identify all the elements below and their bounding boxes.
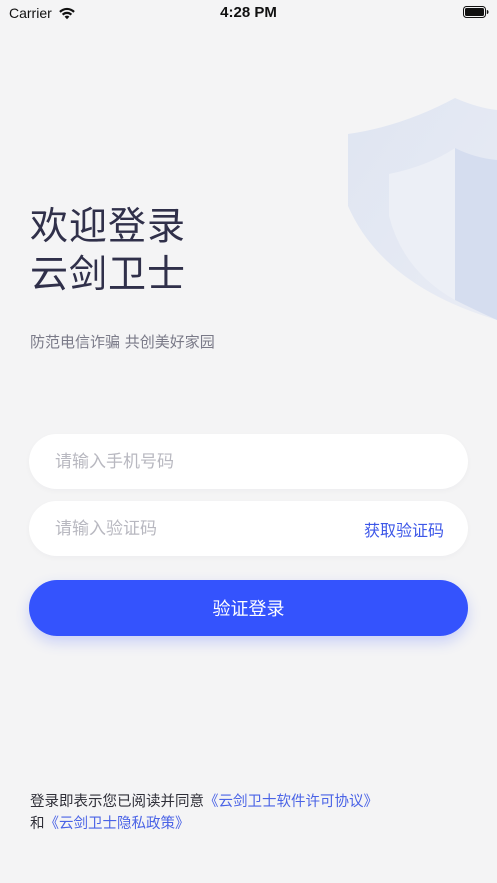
license-agreement-link[interactable]: 《云剑卫士软件许可协议》	[204, 794, 378, 810]
status-bar: Carrier 4:28 PM	[0, 0, 497, 26]
privacy-policy-link[interactable]: 《云剑卫士隐私政策》	[45, 816, 190, 832]
status-time: 4:28 PM	[220, 4, 277, 21]
get-code-button[interactable]: 获取验证码	[364, 517, 444, 541]
phone-input-container	[29, 433, 468, 490]
agreement-and: 和	[30, 816, 45, 832]
agreement-text: 登录即表示您已阅读并同意《云剑卫士软件许可协议》 和《云剑卫士隐私政策》	[30, 791, 470, 835]
slogan: 防范电信诈骗 共创美好家园	[30, 333, 215, 351]
login-button[interactable]: 验证登录	[29, 580, 468, 636]
agreement-prefix: 登录即表示您已阅读并同意	[30, 794, 204, 810]
code-input-container: 获取验证码	[29, 500, 468, 557]
verification-code-input[interactable]	[53, 500, 364, 557]
welcome-line-1: 欢迎登录	[30, 204, 187, 248]
welcome-line-2: 云剑卫士	[30, 252, 187, 296]
welcome-title: 欢迎登录 云剑卫士	[30, 202, 186, 298]
battery-icon	[463, 6, 489, 18]
phone-input[interactable]	[53, 433, 468, 490]
shield-icon	[348, 98, 497, 320]
